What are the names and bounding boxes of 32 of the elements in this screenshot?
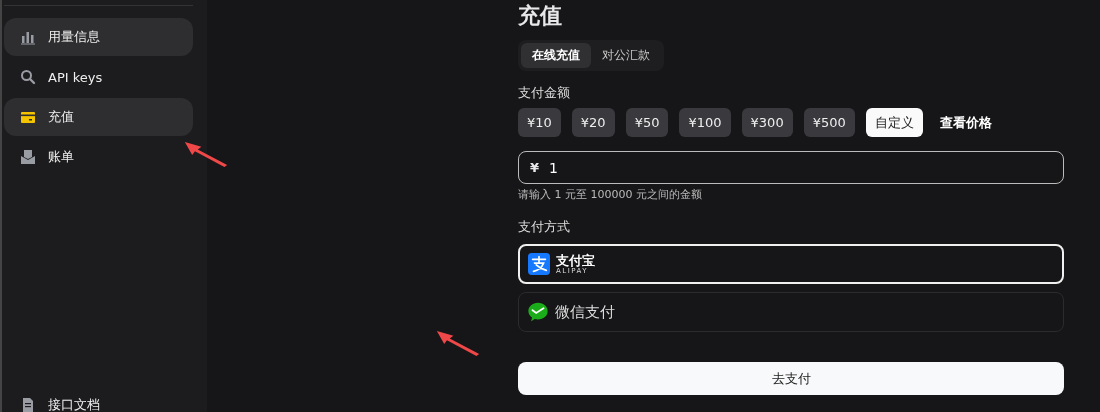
payment-logo-icon (528, 253, 550, 275)
sidebar-item[interactable]: 用量信息 (4, 18, 193, 56)
field-label: 支付方式 (518, 218, 571, 236)
page-title: 充值 (518, 2, 563, 30)
pay-button[interactable]: 去支付 (518, 362, 1064, 395)
amount-option[interactable]: ¥20 (571, 108, 615, 137)
currency-prefix: ¥ (530, 160, 540, 175)
annotation-arrow (435, 329, 481, 357)
search-icon (20, 69, 36, 85)
chat-bubble-check-icon (527, 301, 549, 323)
sidebar-item[interactable]: 充值 (4, 98, 193, 136)
amount-option[interactable]: ¥300 (741, 108, 793, 137)
payment-method-name: 微信支付 (555, 302, 615, 322)
sidebar-item[interactable]: 账单 (4, 138, 193, 176)
hint-text: 请输入 1 元至 100000 元之间的金额 (518, 187, 703, 202)
sidebar-item[interactable]: 接口文档 (4, 392, 193, 412)
card-icon (20, 109, 36, 125)
amount-option[interactable]: ¥500 (803, 108, 855, 137)
inbox-icon (20, 149, 36, 165)
payment-brand-name: 支付宝 (556, 253, 595, 267)
tab[interactable]: 对公汇款 (591, 43, 661, 68)
amount-option[interactable]: 自定义 (865, 108, 923, 137)
tab[interactable]: 在线充值 (521, 43, 591, 68)
bar-chart-icon (20, 29, 36, 45)
annotation-arrow (183, 140, 229, 168)
amount-option[interactable]: ¥100 (679, 108, 731, 137)
payment-option[interactable]: 微信支付 (518, 292, 1064, 332)
price-link[interactable]: 查看价格 (939, 113, 992, 132)
amount-option[interactable]: ¥50 (625, 108, 669, 137)
field-label: 支付金额 (518, 84, 571, 102)
amount-option[interactable]: ¥10 (518, 108, 561, 137)
sidebar-item[interactable]: API keys (4, 58, 193, 96)
